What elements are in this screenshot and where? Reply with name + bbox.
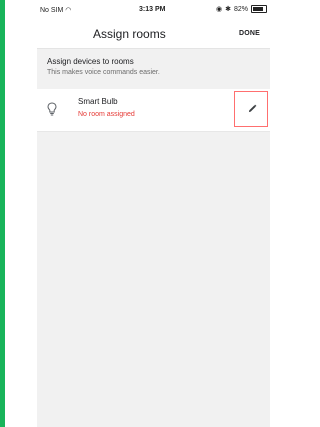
intro-section: Assign devices to rooms This makes voice…: [37, 49, 270, 89]
wifi-icon: ◠: [65, 7, 72, 14]
carrier-label: No SIM ◠: [40, 7, 72, 14]
app-header: Assign rooms DONE: [37, 18, 270, 49]
device-room-status: No room assigned: [78, 111, 135, 118]
phone-screen: No SIM ◠ 3:13 PM ◉ ✱ 82% Assign rooms DO…: [37, 0, 270, 427]
lock-rotation-icon: ◉: [216, 6, 223, 13]
clock: 3:13 PM: [139, 6, 166, 13]
bluetooth-icon: ✱: [225, 6, 231, 13]
intro-subtitle: This makes voice commands easier.: [47, 69, 160, 76]
done-button[interactable]: DONE: [239, 30, 260, 37]
page-title: Assign rooms: [93, 27, 166, 41]
device-name: Smart Bulb: [78, 97, 118, 106]
device-row-smart-bulb[interactable]: Smart Bulb No room assigned: [37, 89, 270, 132]
pencil-icon: [248, 104, 257, 113]
lightbulb-icon: [47, 102, 57, 116]
battery-area: ◉ ✱ 82%: [216, 5, 267, 13]
battery-icon: [251, 5, 267, 13]
edit-room-button[interactable]: [234, 91, 268, 127]
left-accent-strip: [0, 0, 5, 427]
intro-title: Assign devices to rooms: [47, 57, 134, 66]
battery-percent: 82%: [233, 5, 248, 13]
status-bar: No SIM ◠ 3:13 PM ◉ ✱ 82%: [37, 0, 270, 18]
